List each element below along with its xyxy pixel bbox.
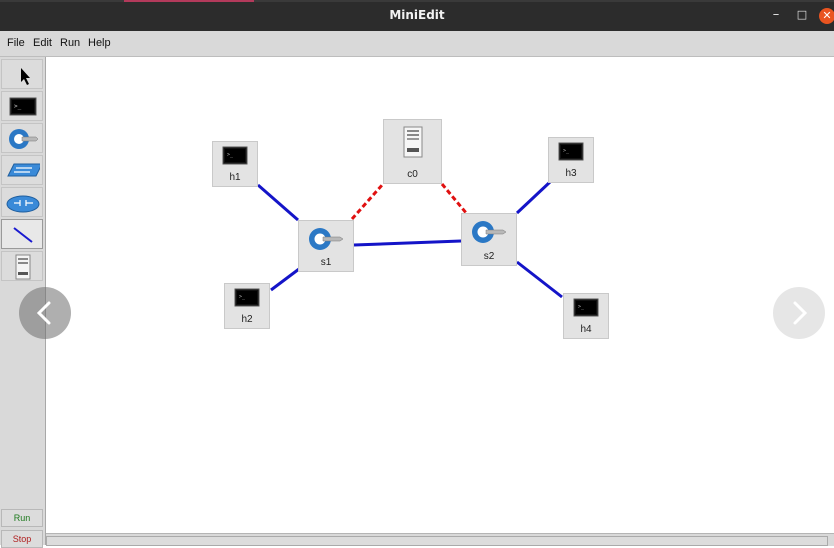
link-s1-s2[interactable] bbox=[353, 239, 462, 247]
link-icon bbox=[13, 227, 33, 243]
menu-help[interactable]: Help bbox=[88, 37, 111, 49]
svg-text:>_: >_ bbox=[14, 103, 22, 110]
switch-tool[interactable] bbox=[1, 123, 43, 153]
switch-label: s1 bbox=[320, 257, 332, 268]
host-node-h3[interactable]: >_ h3 bbox=[548, 137, 594, 183]
switch-label: s2 bbox=[483, 251, 495, 262]
host-node-h4[interactable]: >_ h4 bbox=[563, 293, 609, 339]
chevron-left-icon bbox=[36, 301, 51, 325]
switch-icon bbox=[9, 129, 39, 149]
server-icon bbox=[403, 126, 422, 158]
server-icon bbox=[15, 254, 31, 280]
host-label: h1 bbox=[229, 172, 241, 183]
switch-icon bbox=[309, 228, 344, 250]
svg-text:>_: >_ bbox=[563, 148, 570, 154]
host-node-h2[interactable]: >_ h2 bbox=[224, 283, 270, 329]
router-icon bbox=[6, 195, 40, 213]
link-c0-s1[interactable] bbox=[350, 183, 385, 220]
window-title: MiniEdit bbox=[389, 8, 445, 22]
link-s2-h3[interactable] bbox=[515, 180, 552, 215]
controller-tool[interactable] bbox=[1, 251, 43, 281]
svg-text:>_: >_ bbox=[578, 304, 585, 310]
previous-arrow-button[interactable] bbox=[19, 287, 71, 339]
chevron-right-icon bbox=[793, 301, 808, 325]
horizontal-scrollbar[interactable] bbox=[46, 533, 834, 546]
close-icon[interactable]: ✕ bbox=[819, 8, 834, 24]
terminal-icon: >_ bbox=[558, 142, 584, 161]
legacy-switch-icon bbox=[7, 163, 40, 177]
host-label: h2 bbox=[241, 314, 253, 325]
host-node-h1[interactable]: >_ h1 bbox=[212, 141, 258, 187]
menu-run[interactable]: Run bbox=[60, 37, 80, 49]
pointer-icon bbox=[21, 68, 30, 85]
svg-text:>_: >_ bbox=[227, 152, 234, 158]
top-strip-accent bbox=[124, 0, 254, 2]
link-s2-h4[interactable] bbox=[516, 260, 563, 299]
maximize-icon[interactable]: □ bbox=[793, 6, 811, 24]
terminal-icon: >_ bbox=[573, 298, 599, 317]
host-tool[interactable]: >_ bbox=[1, 91, 43, 121]
stop-button[interactable]: Stop bbox=[1, 530, 43, 548]
controller-node-c0[interactable]: c0 bbox=[383, 119, 442, 184]
terminal-icon: >_ bbox=[222, 146, 248, 165]
select-tool[interactable] bbox=[1, 59, 43, 89]
menu-bar: File Edit Run Help bbox=[0, 31, 834, 57]
link-tool[interactable] bbox=[1, 219, 43, 249]
switch-node-s2[interactable]: s2 bbox=[461, 213, 517, 266]
next-arrow-button[interactable] bbox=[773, 287, 825, 339]
switch-icon bbox=[472, 221, 507, 243]
host-label: h3 bbox=[565, 168, 577, 179]
legacy-switch-tool[interactable] bbox=[1, 155, 43, 185]
run-button[interactable]: Run bbox=[1, 509, 43, 527]
terminal-icon: >_ bbox=[234, 288, 260, 307]
terminal-icon: >_ bbox=[9, 97, 37, 116]
link-h2-s1[interactable] bbox=[270, 267, 300, 292]
menu-file[interactable]: File bbox=[7, 37, 25, 49]
topology-canvas[interactable]: >_ h1 >_ h2 >_ h3 >_ h4 s1 s2 c0 bbox=[46, 57, 833, 533]
router-tool[interactable] bbox=[1, 187, 43, 217]
controller-label: c0 bbox=[407, 169, 418, 180]
title-bar: MiniEdit – □ ✕ bbox=[0, 0, 834, 31]
svg-text:>_: >_ bbox=[239, 294, 246, 300]
minimize-icon[interactable]: – bbox=[767, 6, 785, 24]
link-h1-s1[interactable] bbox=[257, 183, 299, 222]
menu-edit[interactable]: Edit bbox=[33, 37, 52, 49]
host-label: h4 bbox=[580, 324, 592, 335]
link-c0-s2[interactable] bbox=[440, 183, 469, 215]
switch-node-s1[interactable]: s1 bbox=[298, 220, 354, 272]
